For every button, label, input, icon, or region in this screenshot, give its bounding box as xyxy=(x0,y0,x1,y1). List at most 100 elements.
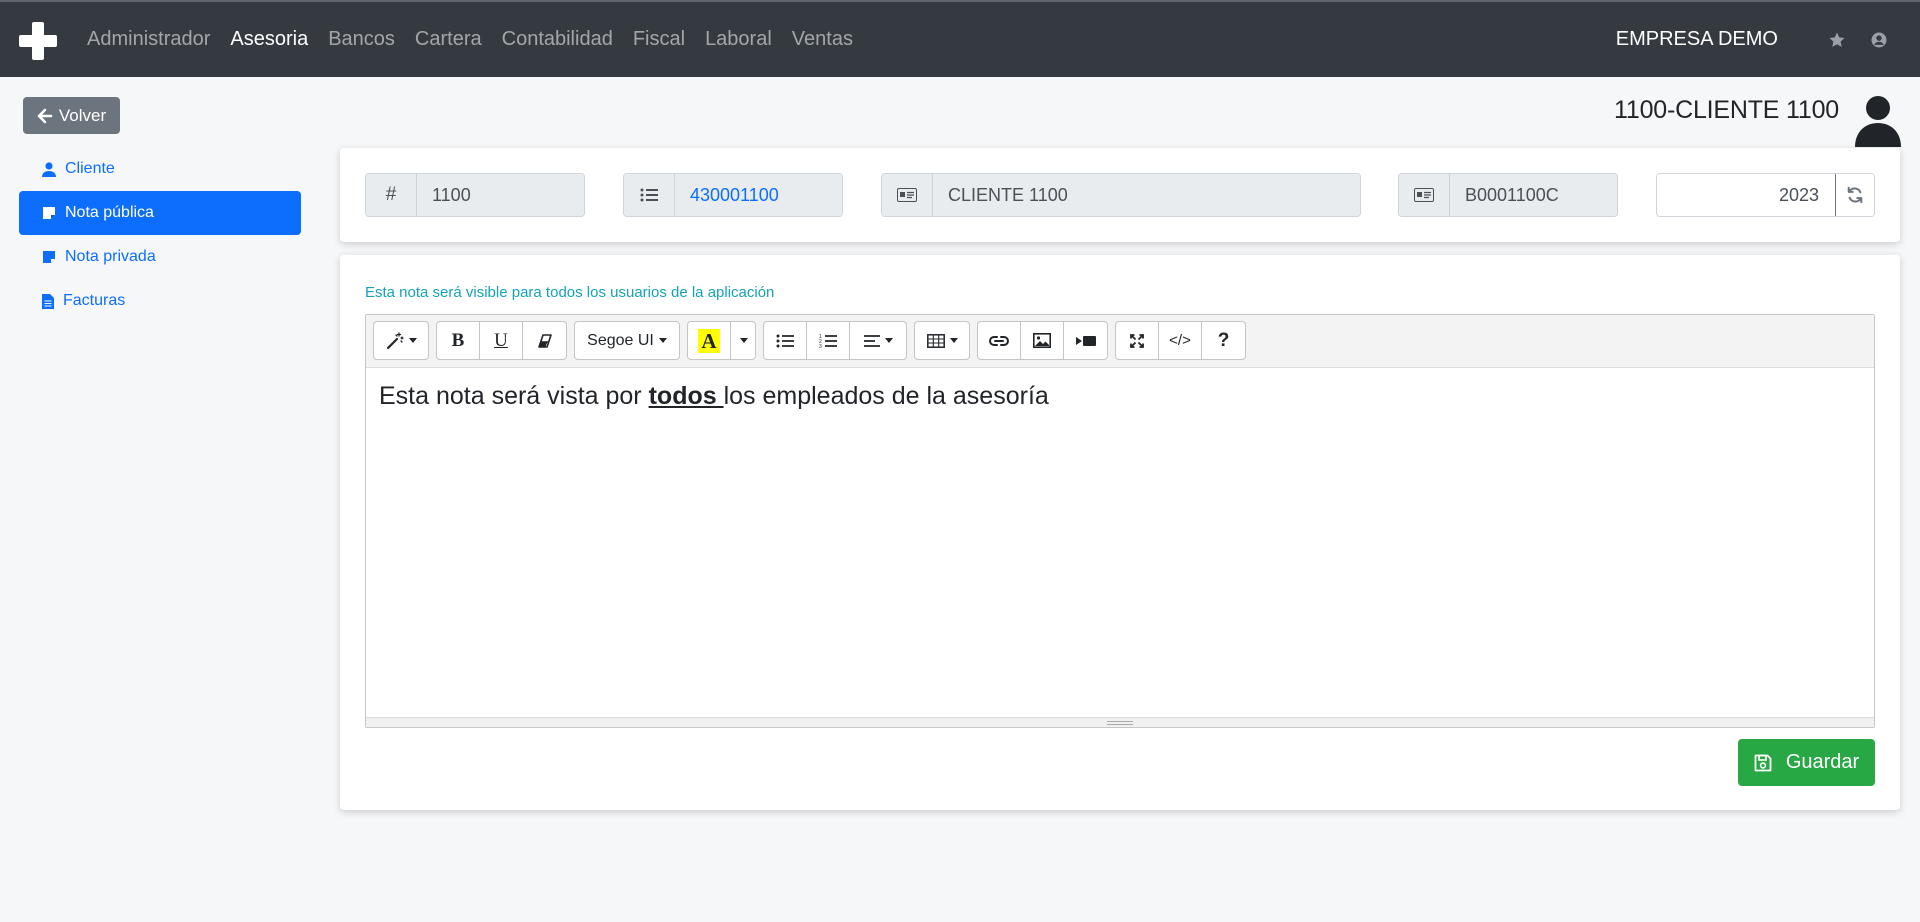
note-icon xyxy=(43,207,55,219)
client-title: 1100-CLIENTE 1100 xyxy=(1614,96,1839,124)
sidebar-item-nota-privada[interactable]: Nota privada xyxy=(19,235,301,279)
sidebar-item-facturas[interactable]: Facturas xyxy=(19,279,301,323)
back-button-label: Volver xyxy=(58,105,107,125)
font-style-group: B U xyxy=(436,321,567,360)
note-card: Esta nota será visible para todos los us… xyxy=(340,255,1900,810)
arrow-left-icon xyxy=(37,108,53,123)
top-navbar: Administrador Asesoria Bancos Cartera Co… xyxy=(0,0,1920,77)
rich-text-editor: B U Segoe UI A 1 2 3 </> ? Esta nota ser… xyxy=(365,314,1875,728)
list-group: 123 xyxy=(763,321,907,360)
editor-content[interactable]: Esta nota será vista por todos los emple… xyxy=(366,368,1874,717)
account-field: 430001100 xyxy=(623,173,843,217)
user-circle-icon[interactable] xyxy=(1868,29,1890,51)
client-name-value: CLIENTE 1100 xyxy=(933,174,1360,216)
menu-item-administrador[interactable]: Administrador xyxy=(77,28,220,51)
code-view-button[interactable]: </> xyxy=(1159,322,1202,359)
bullet-list-icon xyxy=(776,334,794,347)
video-icon xyxy=(1075,335,1096,346)
table-dropdown-button[interactable] xyxy=(915,322,969,359)
refresh-icon xyxy=(1847,186,1863,204)
hash-icon: # xyxy=(366,174,417,216)
sidebar-item-label: Nota privada xyxy=(65,248,156,265)
company-selector[interactable]: EMPRESA DEMO xyxy=(1616,28,1778,51)
avatar xyxy=(1854,95,1902,147)
sidebar-item-cliente[interactable]: Cliente xyxy=(19,147,301,191)
style-dropdown-button[interactable] xyxy=(374,322,428,359)
note-text-end: los empleados de la asesoría xyxy=(723,382,1049,410)
file-icon xyxy=(42,293,54,309)
tax-id-field: B0001100C xyxy=(1398,173,1618,217)
fullscreen-icon xyxy=(1130,333,1144,348)
insert-video-button[interactable] xyxy=(1064,322,1107,359)
unordered-list-button[interactable] xyxy=(764,322,807,359)
refresh-button[interactable] xyxy=(1835,174,1874,216)
client-code-value: 1100 xyxy=(417,174,584,216)
font-color-icon: A xyxy=(698,328,720,353)
bold-button[interactable]: B xyxy=(437,322,480,359)
menu-item-ventas[interactable]: Ventas xyxy=(782,28,863,51)
sidebar-item-label: Cliente xyxy=(65,160,115,177)
font-name-group: Segoe UI xyxy=(574,321,680,360)
id-card-icon xyxy=(882,174,933,216)
insert-link-button[interactable] xyxy=(978,322,1021,359)
save-button[interactable]: Guardar xyxy=(1738,739,1875,786)
note-icon xyxy=(43,251,55,263)
link-icon xyxy=(989,335,1009,346)
sidebar-nav: Cliente Nota pública Nota privada Factur… xyxy=(19,147,301,323)
save-icon xyxy=(1754,754,1772,771)
menu-item-bancos[interactable]: Bancos xyxy=(318,28,405,51)
highlight-color-button[interactable]: A xyxy=(688,322,731,359)
account-link[interactable]: 430001100 xyxy=(675,174,842,216)
ordered-list-button[interactable]: 123 xyxy=(807,322,850,359)
id-card-icon xyxy=(1399,174,1450,216)
insert-image-button[interactable] xyxy=(1021,322,1064,359)
editor-toolbar: B U Segoe UI A 1 2 3 </> ? xyxy=(366,315,1874,368)
table-icon xyxy=(926,333,945,348)
help-button[interactable]: ? xyxy=(1202,322,1245,359)
table-group xyxy=(914,321,970,360)
back-button[interactable]: Volver xyxy=(23,97,120,134)
sidebar-item-label: Facturas xyxy=(63,292,126,309)
main-menu: Administrador Asesoria Bancos Cartera Co… xyxy=(77,2,863,77)
eraser-icon xyxy=(537,333,552,348)
user-icon xyxy=(42,161,56,177)
note-text-bold: todos xyxy=(648,382,724,410)
note-hint: Esta nota será visible para todos los us… xyxy=(365,284,775,301)
menu-item-fiscal[interactable]: Fiscal xyxy=(623,28,695,51)
magic-wand-icon xyxy=(386,331,404,349)
year-input[interactable]: 2023 xyxy=(1657,174,1835,216)
note-text-start: Esta nota será vista por xyxy=(379,382,649,410)
clear-format-button[interactable] xyxy=(523,322,566,359)
font-name-label: Segoe UI xyxy=(587,331,654,349)
list-icon xyxy=(624,174,675,216)
brand-logo-icon[interactable] xyxy=(19,22,57,60)
save-button-label: Guardar xyxy=(1785,751,1860,773)
editor-resize-handle[interactable] xyxy=(366,717,1874,727)
numbered-list-icon: 123 xyxy=(819,334,837,348)
style-group xyxy=(373,321,429,360)
tax-id-value: B0001100C xyxy=(1450,174,1617,216)
star-icon[interactable] xyxy=(1826,29,1848,51)
paragraph-align-dropdown[interactable] xyxy=(850,322,906,359)
view-group: </> ? xyxy=(1115,321,1246,360)
color-dropdown-button[interactable] xyxy=(731,322,755,359)
client-code-field: # 1100 xyxy=(365,173,585,217)
menu-item-laboral[interactable]: Laboral xyxy=(695,28,782,51)
year-field: 2023 xyxy=(1656,173,1875,217)
insert-group xyxy=(977,321,1108,360)
sidebar-item-label: Nota pública xyxy=(65,204,154,221)
menu-item-cartera[interactable]: Cartera xyxy=(405,28,492,51)
menu-item-asesoria[interactable]: Asesoria xyxy=(220,28,318,51)
svg-text:3: 3 xyxy=(819,344,822,348)
font-name-dropdown[interactable]: Segoe UI xyxy=(575,322,679,359)
image-icon xyxy=(1033,333,1051,348)
color-group: A xyxy=(687,321,756,360)
fullscreen-button[interactable] xyxy=(1116,322,1159,359)
navbar-right: EMPRESA DEMO xyxy=(1616,2,1890,77)
underline-button[interactable]: U xyxy=(480,322,523,359)
client-name-field: CLIENTE 1100 xyxy=(881,173,1361,217)
menu-item-contabilidad[interactable]: Contabilidad xyxy=(492,28,623,51)
sidebar-item-nota-publica[interactable]: Nota pública xyxy=(19,191,301,235)
client-info-card: # 1100 430001100 CLIENTE 1100 B0001100C … xyxy=(340,148,1900,242)
align-left-icon xyxy=(863,334,880,347)
